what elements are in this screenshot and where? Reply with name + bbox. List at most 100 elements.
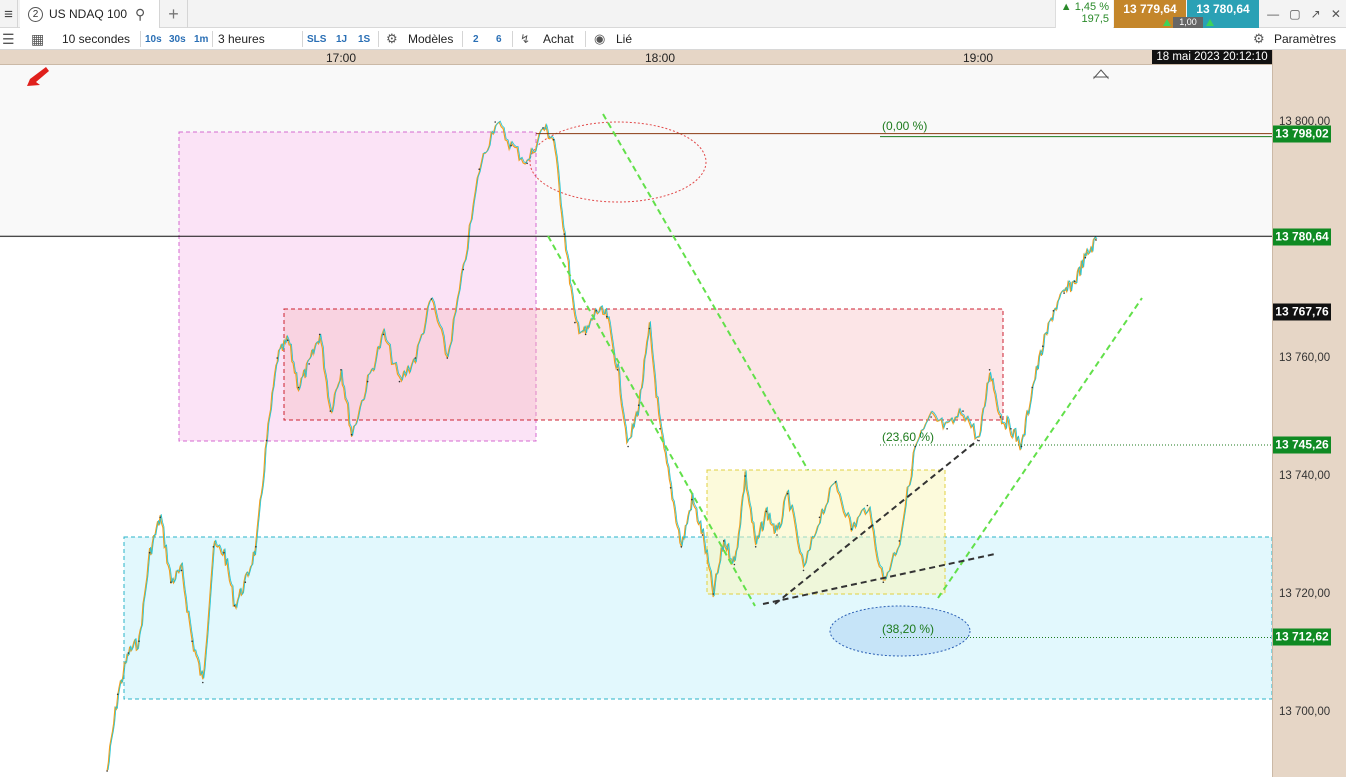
price-point: [430, 298, 433, 300]
price-point: [265, 439, 268, 442]
price-point: [946, 428, 948, 430]
models-button[interactable]: Modèles: [408, 28, 453, 50]
price-point: [106, 770, 108, 772]
period-sls-button[interactable]: SLS: [307, 28, 326, 50]
tab-instrument[interactable]: 2 US NDAQ 100 ⚲: [20, 0, 160, 28]
sidebar-toggle-icon[interactable]: ☰: [2, 28, 15, 50]
price-point: [366, 380, 369, 383]
price-point: [606, 315, 608, 318]
search-icon[interactable]: ⚲: [135, 6, 145, 23]
price-point: [552, 138, 555, 141]
maximize-icon[interactable]: ▢: [1289, 7, 1300, 21]
price-point: [159, 516, 161, 519]
price-point: [723, 540, 725, 542]
price-point: [574, 321, 576, 324]
settings-icon[interactable]: ⚙: [1253, 28, 1265, 50]
price-point: [212, 546, 215, 548]
interval-select[interactable]: 10 secondes: [62, 28, 130, 50]
close-icon[interactable]: ✕: [1331, 7, 1341, 21]
fib-label-0: (0,00 %): [882, 119, 928, 133]
buy-button[interactable]: Achat: [543, 28, 574, 50]
level-tag-current: 13 780,64: [1273, 228, 1331, 246]
price-point: [510, 144, 512, 147]
price-point: [526, 162, 528, 165]
price-point: [712, 593, 714, 595]
interval-10s-button[interactable]: 10s: [145, 28, 162, 50]
price-point: [1010, 428, 1012, 430]
price-point: [648, 327, 651, 330]
price-point: [255, 546, 257, 548]
change-percent: ▲ 1,45 %: [1060, 1, 1109, 13]
spread-badge: 1,00: [1173, 17, 1203, 28]
tab-instrument-name: US NDAQ 100: [49, 7, 128, 21]
add-tab-button[interactable]: +: [160, 0, 188, 28]
level-tag-13745: 13 745,26: [1273, 436, 1331, 454]
linked-button[interactable]: Lié: [616, 28, 632, 50]
price-point: [382, 333, 385, 336]
time-axis: 17:00 18:00 19:00: [0, 50, 1272, 65]
price-point: [802, 569, 805, 572]
option-6-button[interactable]: 6: [496, 28, 502, 50]
price-point: [962, 410, 964, 412]
price-point: [834, 481, 837, 483]
drawing-zones: [0, 65, 1272, 700]
price-point: [595, 310, 597, 312]
tab-badge: 2: [28, 6, 43, 22]
price-point: [776, 534, 778, 536]
zone-yellow: [706, 469, 946, 595]
price-point: [170, 581, 172, 583]
price-point: [340, 369, 342, 371]
price-point: [898, 540, 901, 542]
price-point: [701, 534, 704, 536]
chart-plot-area[interactable]: [0, 65, 1272, 777]
up-arrow-icon: [1163, 19, 1171, 26]
price-point: [462, 268, 465, 271]
price-point: [414, 357, 417, 359]
price-point: [1020, 445, 1023, 448]
price-tick: 13 720,00: [1279, 588, 1331, 600]
time-tick: 17:00: [325, 51, 357, 65]
price-tick: 13 700,00: [1279, 706, 1331, 718]
price-point: [329, 410, 332, 412]
price-point: [637, 404, 640, 407]
eye-icon[interactable]: ◉: [594, 28, 605, 50]
chart-toolbar: ☰ ▦ 10 secondes 10s 30s 1m 3 heures SLS …: [0, 28, 1346, 50]
price-point: [1042, 345, 1044, 348]
models-icon[interactable]: ⚙: [386, 28, 398, 50]
price-point: [244, 581, 247, 583]
level-tag-13712: 13 712,62: [1273, 628, 1331, 646]
settings-button[interactable]: Paramètres: [1274, 28, 1336, 50]
price-point: [882, 581, 885, 583]
price-point: [850, 528, 853, 530]
price-point: [180, 569, 183, 572]
price-point: [866, 504, 869, 507]
price-point: [930, 416, 932, 418]
price-point: [478, 168, 481, 170]
price-point: [744, 475, 746, 477]
price-point: [116, 693, 119, 696]
price-point: [659, 428, 661, 430]
price-point: [914, 445, 916, 448]
period-1s-button[interactable]: 1S: [358, 28, 370, 50]
price-point: [318, 333, 321, 336]
minimize-icon[interactable]: —: [1267, 7, 1279, 21]
level-tag-13798: 13 798,02: [1273, 125, 1331, 143]
chart-svg[interactable]: [0, 65, 1272, 777]
price-point: [542, 127, 544, 129]
popout-icon[interactable]: ↗: [1311, 7, 1321, 21]
period-1j-button[interactable]: 1J: [336, 28, 347, 50]
change-absolute: 197,5: [1081, 13, 1109, 25]
candle-icon: ↯: [520, 32, 531, 46]
price-point: [494, 121, 497, 123]
option-2-button[interactable]: 2: [473, 28, 479, 50]
price-point: [308, 363, 310, 365]
layout-grid-icon[interactable]: ▦: [31, 28, 44, 50]
interval-30s-button[interactable]: 30s: [169, 28, 186, 50]
hamburger-menu-icon[interactable]: ≡: [0, 0, 18, 28]
price-point: [1084, 256, 1087, 259]
period-select[interactable]: 3 heures: [218, 28, 265, 50]
price-point: [733, 563, 736, 566]
interval-1m-button[interactable]: 1m: [194, 28, 208, 50]
price-point: [1063, 292, 1065, 294]
price-point: [765, 510, 768, 513]
